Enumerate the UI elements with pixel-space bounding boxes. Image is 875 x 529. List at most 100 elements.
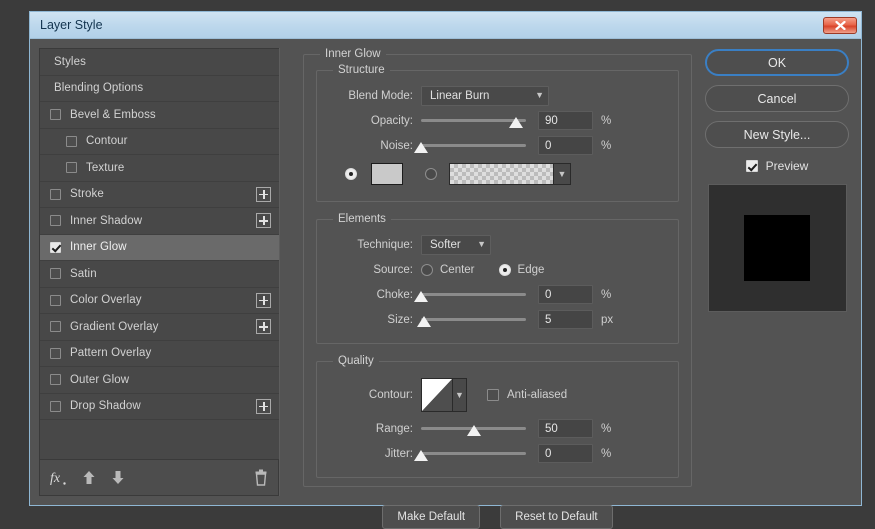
sidebar-item-pattern-overlay[interactable]: Pattern Overlay [40,341,279,367]
trash-icon[interactable] [254,469,268,486]
preview-label: Preview [765,159,809,173]
window-title: Layer Style [40,18,103,32]
sidebar-item-stroke[interactable]: Stroke [40,182,279,208]
noise-input[interactable]: 0 [538,136,593,155]
add-effect-plus-icon[interactable] [256,398,271,414]
sidebar-item-drop-shadow[interactable]: Drop Shadow [40,394,279,420]
style-enable-checkbox[interactable] [50,241,61,253]
style-enable-checkbox[interactable] [50,321,61,333]
sidebar-item-inner-glow[interactable]: Inner Glow [40,234,279,261]
opacity-slider[interactable] [421,113,526,129]
add-effect-plus-icon[interactable] [256,186,271,202]
sidebar-item-inner-shadow[interactable]: Inner Shadow [40,208,279,235]
contour-preset-picker[interactable]: ▼ [421,378,467,412]
style-enable-checkbox[interactable] [66,162,77,174]
structure-group: Structure Blend Mode: Linear Burn ▼ Opac… [316,64,679,202]
jitter-slider[interactable] [414,446,526,462]
blend-mode-select[interactable]: Linear Burn ▼ [421,85,549,106]
jitter-unit: % [601,447,612,460]
style-enable-checkbox[interactable] [50,374,61,386]
reset-to-default-button[interactable]: Reset to Default [500,505,613,529]
choke-slider-thumb[interactable] [414,290,428,302]
style-enable-checkbox[interactable] [66,135,77,147]
make-default-button[interactable]: Make Default [382,505,481,529]
preview-thumbnail [707,184,847,312]
new-style-button[interactable]: New Style... [705,121,849,148]
style-enable-checkbox[interactable] [50,215,61,227]
style-enable-checkbox[interactable] [50,400,61,412]
jitter-slider-thumb[interactable] [414,449,428,461]
layer-style-dialog: Layer Style Styles Blending Options Bevel … [29,11,862,529]
arrow-down-icon[interactable] [111,470,125,485]
sidebar-item-label: Inner Glow [70,241,127,254]
opacity-slider-thumb[interactable] [508,116,523,128]
technique-label: Technique: [357,238,413,251]
style-enable-checkbox[interactable] [50,294,61,306]
linear-contour-icon [422,379,452,411]
anti-aliased-label: Anti-aliased [507,389,568,401]
quality-group: Quality Contour: ▼ Anti-aliased Range: 5… [316,355,679,478]
size-input[interactable]: 5 [538,310,593,329]
range-slider[interactable] [421,421,526,437]
close-button[interactable] [823,16,857,34]
glow-gradient-swatch[interactable]: ▼ [449,163,571,185]
structure-title: Structure [338,64,385,76]
styles-list[interactable]: Styles Blending Options Bevel & Emboss Cont… [39,48,279,460]
source-center-label: Center [440,263,475,276]
gradient-preview [450,164,553,184]
default-buttons-row: Make Default Reset to Default [316,505,679,529]
sidebar-item-gradient-overlay[interactable]: Gradient Overlay [40,314,279,341]
sidebar-item-satin[interactable]: Satin [40,261,279,288]
add-effect-plus-icon[interactable] [256,213,271,229]
opacity-row: Opacity: 90 % [327,109,668,132]
arrow-up-icon[interactable] [82,470,96,485]
choke-input[interactable]: 0 [538,285,593,304]
choke-slider[interactable] [414,287,526,303]
jitter-label: Jitter: [384,447,413,460]
cancel-button[interactable]: Cancel [705,85,849,112]
glow-color-swatch[interactable] [371,163,403,185]
noise-row: Noise: 0 % [327,134,668,157]
add-effect-plus-icon[interactable] [256,319,271,335]
source-center-radio[interactable] [421,263,433,276]
blend-mode-label: Blend Mode: [348,89,413,102]
fill-color-radio[interactable] [345,168,357,180]
style-enable-checkbox[interactable] [50,347,61,359]
noise-slider-thumb[interactable] [414,141,428,153]
anti-aliased-checkbox[interactable] [487,389,499,401]
range-input[interactable]: 50 [538,419,593,438]
style-enable-checkbox[interactable] [50,109,61,121]
preview-toggle[interactable]: Preview [745,159,809,173]
ok-button[interactable]: OK [705,49,849,76]
source-edge-radio[interactable] [498,263,511,276]
range-slider-thumb[interactable] [466,424,481,436]
styles-sidebar: Styles Blending Options Bevel & Emboss Cont… [39,48,279,496]
size-slider-thumb[interactable] [417,315,432,327]
chevron-down-icon[interactable]: ▼ [553,164,570,184]
size-row: Size: 5 px [327,308,668,331]
size-slider[interactable] [417,312,526,328]
style-enable-checkbox[interactable] [50,188,61,200]
sidebar-item-styles[interactable]: Styles [40,49,279,76]
title-bar[interactable]: Layer Style [30,12,861,39]
sidebar-item-bevel-emboss[interactable]: Bevel & Emboss [40,102,279,129]
opacity-input[interactable]: 90 [538,111,593,130]
add-effect-plus-icon[interactable] [256,292,271,308]
sidebar-item-outer-glow[interactable]: Outer Glow [40,367,279,394]
sidebar-item-blending-options[interactable]: Blending Options [40,76,279,102]
contour-row: Contour: ▼ Anti-aliased [327,375,668,415]
sidebar-item-contour[interactable]: Contour [40,129,279,155]
sidebar-item-texture[interactable]: Texture [40,155,279,182]
technique-row: Technique: Softer ▼ [327,233,668,256]
preview-checkbox[interactable] [745,160,758,172]
technique-select[interactable]: Softer ▼ [421,234,491,255]
style-enable-checkbox[interactable] [50,268,61,280]
noise-slider[interactable] [414,138,526,154]
range-unit: % [601,422,612,435]
fx-icon[interactable]: fx [50,469,67,486]
fill-gradient-radio[interactable] [425,168,437,180]
jitter-input[interactable]: 0 [538,444,593,463]
sidebar-item-color-overlay[interactable]: Color Overlay [40,288,279,314]
opacity-label: Opacity: [370,114,413,127]
chevron-down-icon[interactable]: ▼ [452,379,466,411]
